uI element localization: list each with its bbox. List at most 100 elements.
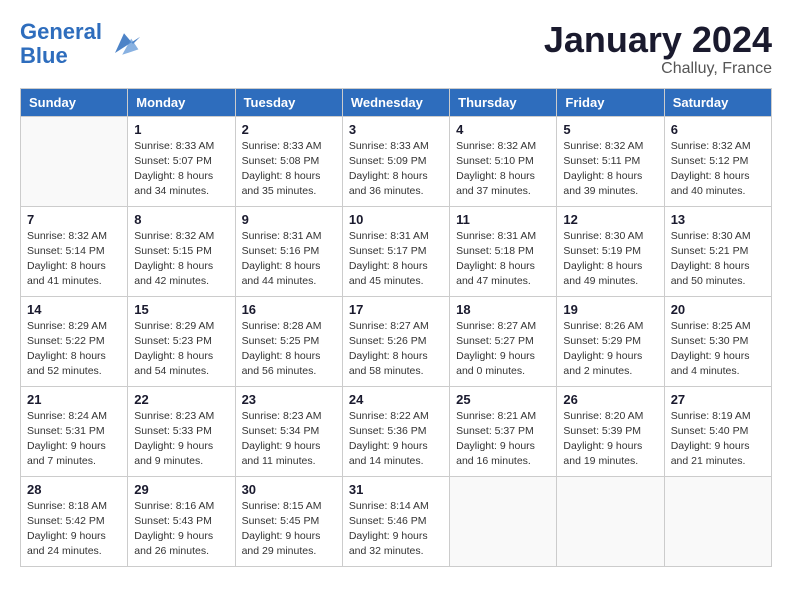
cell-w5-d4: 31 Sunrise: 8:14 AMSunset: 5:46 PMDayligh…: [342, 476, 449, 566]
day-info-25: Sunrise: 8:21 AMSunset: 5:37 PMDaylight:…: [456, 409, 550, 470]
day-info-21: Sunrise: 8:24 AMSunset: 5:31 PMDaylight:…: [27, 409, 121, 470]
col-thursday: Thursday: [450, 88, 557, 116]
day-number-23: 23: [242, 392, 336, 407]
day-info-8: Sunrise: 8:32 AMSunset: 5:15 PMDaylight:…: [134, 229, 228, 290]
cell-w4-d5: 25 Sunrise: 8:21 AMSunset: 5:37 PMDayligh…: [450, 386, 557, 476]
cell-w1-d4: 3 Sunrise: 8:33 AMSunset: 5:09 PMDaylight…: [342, 116, 449, 206]
day-info-30: Sunrise: 8:15 AMSunset: 5:45 PMDaylight:…: [242, 499, 336, 560]
day-info-4: Sunrise: 8:32 AMSunset: 5:10 PMDaylight:…: [456, 139, 550, 200]
day-number-22: 22: [134, 392, 228, 407]
col-friday: Friday: [557, 88, 664, 116]
logo-general: General: [20, 19, 102, 44]
cell-w4-d3: 23 Sunrise: 8:23 AMSunset: 5:34 PMDayligh…: [235, 386, 342, 476]
cell-w4-d4: 24Sunrise: 8:22 AMSunset: 5:36 PMDayligh…: [342, 386, 449, 476]
cell-w2-d3: 9 Sunrise: 8:31 AMSunset: 5:16 PMDaylight…: [235, 206, 342, 296]
cell-w2-d2: 8 Sunrise: 8:32 AMSunset: 5:15 PMDaylight…: [128, 206, 235, 296]
day-info-19: Sunrise: 8:26 AMSunset: 5:29 PMDaylight:…: [563, 319, 657, 380]
day-number-3: 3: [349, 122, 443, 137]
day-info-9: Sunrise: 8:31 AMSunset: 5:16 PMDaylight:…: [242, 229, 336, 290]
day-info-24: Sunrise: 8:22 AMSunset: 5:36 PMDaylight:…: [349, 409, 443, 470]
day-number-17: 17: [349, 302, 443, 317]
cell-w3-d6: 19Sunrise: 8:26 AMSunset: 5:29 PMDayligh…: [557, 296, 664, 386]
day-number-20: 20: [671, 302, 765, 317]
day-info-12: Sunrise: 8:30 AMSunset: 5:19 PMDaylight:…: [563, 229, 657, 290]
cell-w5-d1: 28Sunrise: 8:18 AMSunset: 5:42 PMDayligh…: [21, 476, 128, 566]
cell-w1-d6: 5 Sunrise: 8:32 AMSunset: 5:11 PMDaylight…: [557, 116, 664, 206]
cell-w4-d2: 22 Sunrise: 8:23 AMSunset: 5:33 PMDayligh…: [128, 386, 235, 476]
day-number-9: 9: [242, 212, 336, 227]
cell-w3-d3: 16 Sunrise: 8:28 AMSunset: 5:25 PMDayligh…: [235, 296, 342, 386]
week-row-2: 7 Sunrise: 8:32 AMSunset: 5:14 PMDaylight…: [21, 206, 772, 296]
month-title: January 2024: [544, 20, 772, 60]
day-number-2: 2: [242, 122, 336, 137]
calendar-header-row: Sunday Monday Tuesday Wednesday Thursday…: [21, 88, 772, 116]
week-row-3: 14 Sunrise: 8:29 AMSunset: 5:22 PMDayligh…: [21, 296, 772, 386]
day-number-29: 29: [134, 482, 228, 497]
day-number-14: 14: [27, 302, 121, 317]
day-number-25: 25: [456, 392, 550, 407]
cell-w1-d7: 6Sunrise: 8:32 AMSunset: 5:12 PMDaylight…: [664, 116, 771, 206]
cell-w1-d2: 1Sunrise: 8:33 AMSunset: 5:07 PMDaylight…: [128, 116, 235, 206]
day-number-5: 5: [563, 122, 657, 137]
cell-w2-d7: 13 Sunrise: 8:30 AMSunset: 5:21 PMDayligh…: [664, 206, 771, 296]
day-info-22: Sunrise: 8:23 AMSunset: 5:33 PMDaylight:…: [134, 409, 228, 470]
day-info-23: Sunrise: 8:23 AMSunset: 5:34 PMDaylight:…: [242, 409, 336, 470]
col-monday: Monday: [128, 88, 235, 116]
day-number-26: 26: [563, 392, 657, 407]
day-number-28: 28: [27, 482, 121, 497]
week-row-4: 21 Sunrise: 8:24 AMSunset: 5:31 PMDayligh…: [21, 386, 772, 476]
day-info-7: Sunrise: 8:32 AMSunset: 5:14 PMDaylight:…: [27, 229, 121, 290]
day-info-10: Sunrise: 8:31 AMSunset: 5:17 PMDaylight:…: [349, 229, 443, 290]
day-info-14: Sunrise: 8:29 AMSunset: 5:22 PMDaylight:…: [27, 319, 121, 380]
day-number-30: 30: [242, 482, 336, 497]
day-number-8: 8: [134, 212, 228, 227]
cell-w2-d1: 7 Sunrise: 8:32 AMSunset: 5:14 PMDaylight…: [21, 206, 128, 296]
cell-w4-d1: 21 Sunrise: 8:24 AMSunset: 5:31 PMDayligh…: [21, 386, 128, 476]
day-info-31: Sunrise: 8:14 AMSunset: 5:46 PMDaylight:…: [349, 499, 443, 560]
day-number-15: 15: [134, 302, 228, 317]
cell-w3-d2: 15Sunrise: 8:29 AMSunset: 5:23 PMDayligh…: [128, 296, 235, 386]
day-number-10: 10: [349, 212, 443, 227]
week-row-1: 1Sunrise: 8:33 AMSunset: 5:07 PMDaylight…: [21, 116, 772, 206]
day-info-16: Sunrise: 8:28 AMSunset: 5:25 PMDaylight:…: [242, 319, 336, 380]
cell-w1-d3: 2Sunrise: 8:33 AMSunset: 5:08 PMDaylight…: [235, 116, 342, 206]
logo: General Blue: [20, 20, 142, 68]
day-number-13: 13: [671, 212, 765, 227]
day-number-31: 31: [349, 482, 443, 497]
cell-w3-d4: 17 Sunrise: 8:27 AMSunset: 5:26 PMDayligh…: [342, 296, 449, 386]
cell-w5-d5: [450, 476, 557, 566]
day-info-26: Sunrise: 8:20 AMSunset: 5:39 PMDaylight:…: [563, 409, 657, 470]
day-number-1: 1: [134, 122, 228, 137]
day-info-6: Sunrise: 8:32 AMSunset: 5:12 PMDaylight:…: [671, 139, 765, 200]
col-wednesday: Wednesday: [342, 88, 449, 116]
day-number-7: 7: [27, 212, 121, 227]
day-info-27: Sunrise: 8:19 AMSunset: 5:40 PMDaylight:…: [671, 409, 765, 470]
location-title: Challuy, France: [544, 60, 772, 78]
day-number-21: 21: [27, 392, 121, 407]
calendar-table: Sunday Monday Tuesday Wednesday Thursday…: [20, 88, 772, 567]
day-info-3: Sunrise: 8:33 AMSunset: 5:09 PMDaylight:…: [349, 139, 443, 200]
col-tuesday: Tuesday: [235, 88, 342, 116]
day-info-29: Sunrise: 8:16 AMSunset: 5:43 PMDaylight:…: [134, 499, 228, 560]
col-saturday: Saturday: [664, 88, 771, 116]
cell-w1-d5: 4 Sunrise: 8:32 AMSunset: 5:10 PMDaylight…: [450, 116, 557, 206]
day-number-12: 12: [563, 212, 657, 227]
day-number-11: 11: [456, 212, 550, 227]
cell-w5-d2: 29 Sunrise: 8:16 AMSunset: 5:43 PMDayligh…: [128, 476, 235, 566]
cell-w3-d7: 20Sunrise: 8:25 AMSunset: 5:30 PMDayligh…: [664, 296, 771, 386]
day-info-17: Sunrise: 8:27 AMSunset: 5:26 PMDaylight:…: [349, 319, 443, 380]
day-info-5: Sunrise: 8:32 AMSunset: 5:11 PMDaylight:…: [563, 139, 657, 200]
day-info-11: Sunrise: 8:31 AMSunset: 5:18 PMDaylight:…: [456, 229, 550, 290]
logo-text: General Blue: [20, 20, 102, 68]
cell-w5-d3: 30 Sunrise: 8:15 AMSunset: 5:45 PMDayligh…: [235, 476, 342, 566]
day-info-13: Sunrise: 8:30 AMSunset: 5:21 PMDaylight:…: [671, 229, 765, 290]
day-info-18: Sunrise: 8:27 AMSunset: 5:27 PMDaylight:…: [456, 319, 550, 380]
day-number-16: 16: [242, 302, 336, 317]
cell-w1-d1: [21, 116, 128, 206]
cell-w2-d4: 10 Sunrise: 8:31 AMSunset: 5:17 PMDayligh…: [342, 206, 449, 296]
cell-w2-d6: 12 Sunrise: 8:30 AMSunset: 5:19 PMDayligh…: [557, 206, 664, 296]
cell-w3-d1: 14 Sunrise: 8:29 AMSunset: 5:22 PMDayligh…: [21, 296, 128, 386]
day-number-4: 4: [456, 122, 550, 137]
day-number-18: 18: [456, 302, 550, 317]
day-number-27: 27: [671, 392, 765, 407]
